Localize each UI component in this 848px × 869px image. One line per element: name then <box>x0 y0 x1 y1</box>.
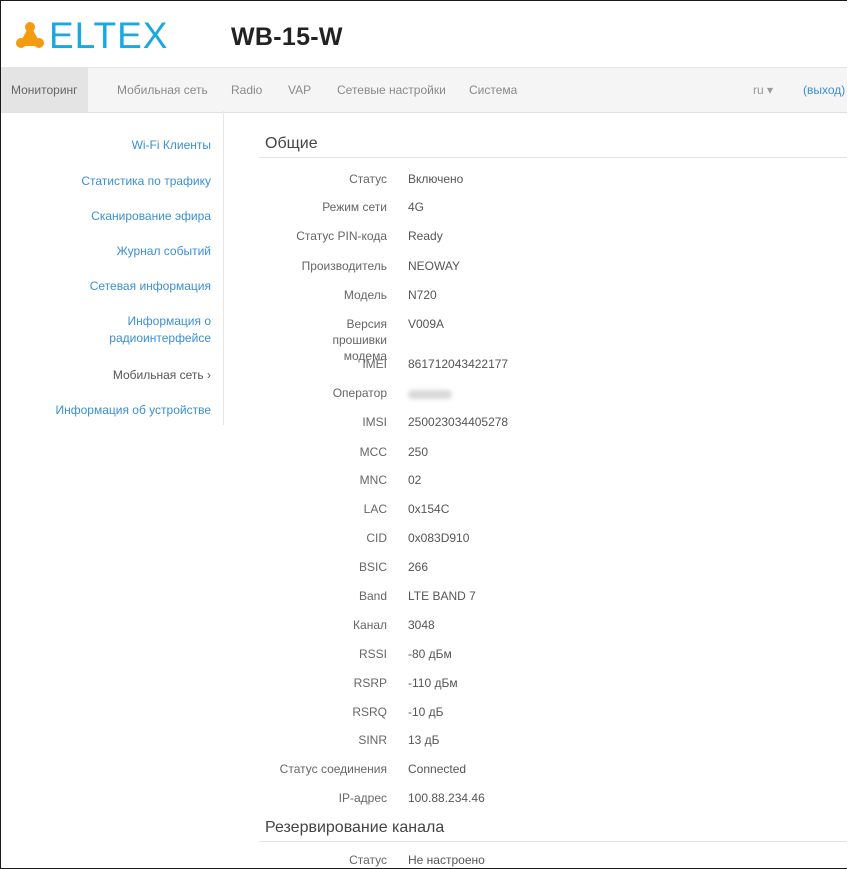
value-manufacturer: NEOWAY <box>408 259 461 273</box>
value-ip-address: 100.88.234.46 <box>408 791 485 805</box>
nav-tab-radio[interactable]: Radio <box>221 68 272 112</box>
value-cid: 0x083D910 <box>408 531 470 545</box>
value-status: Включено <box>408 172 464 186</box>
label-ip-address: IP-адрес <box>338 791 387 805</box>
value-imsi: 250023034405278 <box>408 415 509 429</box>
label-imsi: IMSI <box>362 415 387 429</box>
value-sinr: 13 дБ <box>408 733 440 747</box>
logo-text: ELTEX <box>49 15 169 56</box>
value-mcc: 250 <box>408 445 429 459</box>
label-connection-status: Статус соединения <box>279 762 387 776</box>
value-connection-status: Connected <box>408 762 467 776</box>
eltex-logo[interactable]: ELTEX <box>15 15 169 56</box>
value-network-mode: 4G <box>408 200 425 214</box>
label-mcc: MCC <box>359 445 387 459</box>
label-network-mode: Режим сети <box>322 200 387 214</box>
nav-tab-network-settings[interactable]: Сетевые настройки <box>327 68 456 112</box>
value-band: LTE BAND 7 <box>408 589 476 603</box>
label-rssi: RSSI <box>358 647 387 661</box>
top-nav: Мониторинг Мобильная сеть Radio VAP Сете… <box>1 67 847 113</box>
value-operator-redacted <box>408 387 452 403</box>
section-divider <box>259 157 847 158</box>
sidebar-item-device-info[interactable]: Информация об устройстве <box>1 402 211 419</box>
value-lac: 0x154C <box>408 502 450 516</box>
value-rsrp: -110 дБм <box>408 676 458 690</box>
sidebar: Wi-Fi Клиенты Статистика по трафику Скан… <box>1 111 224 425</box>
redacted-operator-name <box>408 390 452 399</box>
value-imei: 861712043422177 <box>408 357 509 371</box>
label-band: Band <box>358 589 387 603</box>
value-reservation-status: Не настроено <box>408 853 485 867</box>
sidebar-item-radio-info[interactable]: Информация о радиоинтерфейсе <box>81 313 211 347</box>
app-window: ELTEX WB-15-W Мониторинг Мобильная сеть … <box>0 0 847 869</box>
label-lac: LAC <box>363 502 387 516</box>
nav-tab-mobile-network[interactable]: Мобильная сеть <box>107 68 218 112</box>
eltex-logo-icon <box>16 22 44 48</box>
value-modem-firmware: V009A <box>408 317 445 331</box>
logout-link[interactable]: (выход) <box>793 68 847 112</box>
nav-tab-system[interactable]: Система <box>459 68 527 112</box>
value-rsrq: -10 дБ <box>408 705 444 719</box>
value-model: N720 <box>408 288 437 302</box>
sidebar-item-mobile-network[interactable]: Мобильная сеть › <box>11 367 211 384</box>
value-channel: 3048 <box>408 618 435 632</box>
value-pin-status: Ready <box>408 229 443 243</box>
device-title: WB-15-W <box>231 23 343 51</box>
label-mnc: MNC <box>359 473 387 487</box>
section-title-channel-reservation: Резервирование канала <box>265 819 445 836</box>
sidebar-item-event-log[interactable]: Журнал событий <box>11 243 211 260</box>
sidebar-item-wifi-clients[interactable]: Wi-Fi Клиенты <box>11 137 211 154</box>
label-bsic: BSIC <box>358 560 387 574</box>
label-channel: Канал <box>353 618 387 632</box>
nav-tab-monitoring[interactable]: Мониторинг <box>1 68 88 112</box>
header: ELTEX WB-15-W <box>1 1 847 67</box>
value-mnc: 02 <box>408 473 422 487</box>
value-bsic: 266 <box>408 560 429 574</box>
language-select[interactable]: ru ▾ <box>743 68 783 112</box>
nav-tab-vap[interactable]: VAP <box>278 68 321 112</box>
label-sinr: SINR <box>358 733 387 747</box>
label-status: Статус <box>349 172 387 186</box>
label-cid: CID <box>366 531 387 545</box>
label-rsrp: RSRP <box>353 676 387 690</box>
sidebar-item-air-scan[interactable]: Сканирование эфира <box>11 208 211 225</box>
label-imei: IMEI <box>362 357 387 371</box>
label-model: Модель <box>343 288 387 302</box>
sidebar-item-network-info[interactable]: Сетевая информация <box>11 278 211 295</box>
section-divider <box>259 841 847 842</box>
label-rsrq: RSRQ <box>352 705 387 719</box>
section-title-general: Общие <box>265 135 318 152</box>
label-manufacturer: Производитель <box>301 259 387 273</box>
value-rssi: -80 дБм <box>408 647 452 661</box>
label-operator: Оператор <box>332 386 387 400</box>
label-reservation-status: Статус <box>349 853 387 867</box>
label-pin-status: Статус PIN-кода <box>296 229 387 243</box>
sidebar-item-traffic-stats[interactable]: Статистика по трафику <box>11 173 211 190</box>
